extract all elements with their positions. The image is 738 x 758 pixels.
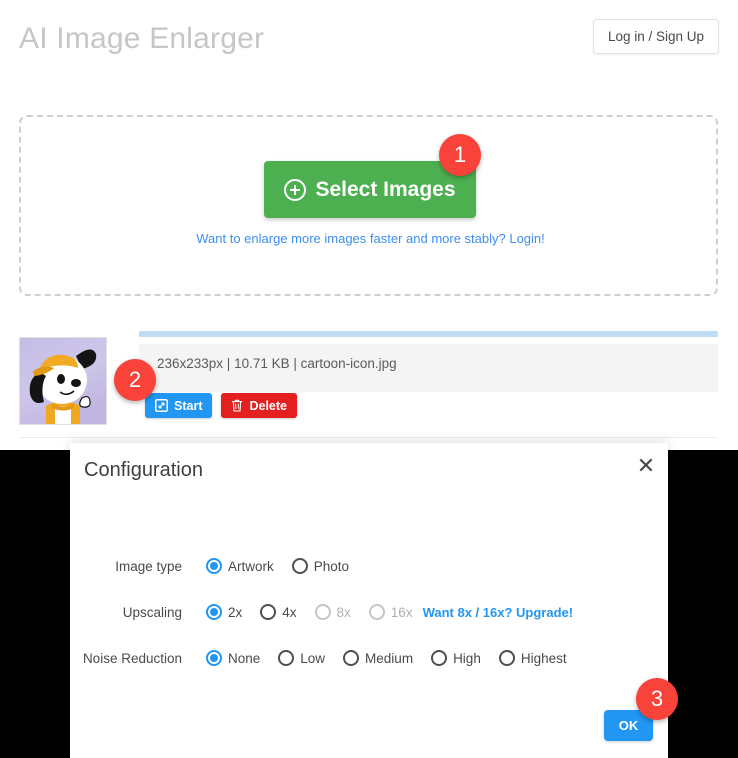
radio-noise-reduction-medium[interactable]: Medium [343,650,413,666]
radio-button-icon [260,604,277,620]
upscaling-radio-group: 2x 4x 8x 16x Want 8x / 16x? Upgrade! [206,604,573,620]
expand-arrows-icon [155,399,168,412]
login-signup-button[interactable]: Log in / Sign Up [593,19,719,54]
form-row-upscaling: Upscaling 2x 4x 8x 16x Want 8x / 16x? Upgrade… [70,589,668,635]
configuration-form: Image type Artwork Photo Upscaling 2x 4x 8x 16x… [70,543,668,681]
radio-noise-reduction-low[interactable]: Low [278,650,325,666]
radio-noise-reduction-high[interactable]: High [431,650,481,666]
noise-reduction-radio-group: None Low Medium High Highest [206,650,585,666]
radio-button-icon [431,650,448,666]
upload-progress-bar [139,331,718,337]
login-upsell-link[interactable]: Want to enlarge more images faster and m… [21,231,720,246]
select-images-label: Select Images [315,177,456,201]
radio-upscaling-8x: 8x [314,604,351,620]
radio-noise-reduction-highest[interactable]: Highest [498,650,567,666]
radio-button-icon [314,604,331,620]
form-row-noise-reduction: Noise Reduction None Low Medium High Highest [70,635,668,681]
ok-label: OK [618,718,639,733]
radio-noise-reduction-none[interactable]: None [206,650,260,666]
radio-image-type-photo[interactable]: Photo [291,558,350,574]
file-info-panel: 236x233px | 10.71 KB | cartoon-icon.jpg [139,344,718,392]
radio-label: High [453,650,481,666]
radio-button-icon [343,650,360,666]
close-icon[interactable]: ✕ [631,451,661,481]
upscaling-label: Upscaling [122,604,182,620]
radio-label: Highest [520,650,567,666]
dialog-title: Configuration [84,459,203,481]
delete-button[interactable]: Delete [221,393,298,418]
image-type-label: Image type [115,558,182,574]
radio-button-icon [278,650,295,666]
step-badge-3: 3 [636,678,678,720]
radio-label: 2x [228,604,243,620]
trash-icon [232,399,243,412]
radio-upscaling-16x: 16x [368,604,413,620]
noise-reduction-label: Noise Reduction [82,650,182,666]
radio-button-icon [206,604,222,620]
start-label: Start [174,398,203,413]
radio-label: 8x [336,604,351,620]
delete-label: Delete [249,398,288,413]
image-type-radio-group: Artwork Photo [206,558,367,574]
page-header: AI Image Enlarger Log in / Sign Up [0,0,738,78]
cartoon-dog-thumbnail-image [20,338,106,424]
file-thumbnail [19,337,107,425]
radio-upscaling-4x[interactable]: 4x [260,604,297,620]
file-meta-text: 236x233px | 10.71 KB | cartoon-icon.jpg [157,356,397,371]
radio-button-icon [498,650,515,666]
radio-label: 16x [390,604,413,620]
radio-label: Artwork [228,558,274,574]
radio-upscaling-2x[interactable]: 2x [206,604,242,620]
radio-label: Photo [313,558,350,574]
radio-button-icon [206,650,222,666]
step-badge-1: 1 [439,134,481,176]
radio-label: None [228,650,261,666]
plus-circle-icon [284,178,307,201]
radio-label: 4x [282,604,297,620]
start-button[interactable]: Start [145,393,213,418]
form-row-image-type: Image type Artwork Photo [70,543,668,589]
step-badge-2: 2 [114,359,156,401]
file-action-buttons: Start Delete [145,393,298,418]
page-title: AI Image Enlarger [19,22,265,55]
upgrade-link[interactable]: Want 8x / 16x? Upgrade! [423,605,574,620]
login-signup-label: Log in / Sign Up [607,29,705,44]
app-page: AI Image Enlarger Log in / Sign Up Selec… [0,0,738,450]
card-bottom-divider [19,437,718,438]
radio-label: Low [300,650,326,666]
configuration-dialog: Configuration ✕ Image type Artwork Photo Up… [70,443,668,758]
radio-button-icon [206,558,222,574]
image-dropzone[interactable]: Select Images Want to enlarge more image… [19,115,718,296]
radio-label: Medium [365,650,414,666]
radio-button-icon [368,604,385,620]
radio-button-icon [291,558,308,574]
radio-image-type-artwork[interactable]: Artwork [206,558,274,574]
